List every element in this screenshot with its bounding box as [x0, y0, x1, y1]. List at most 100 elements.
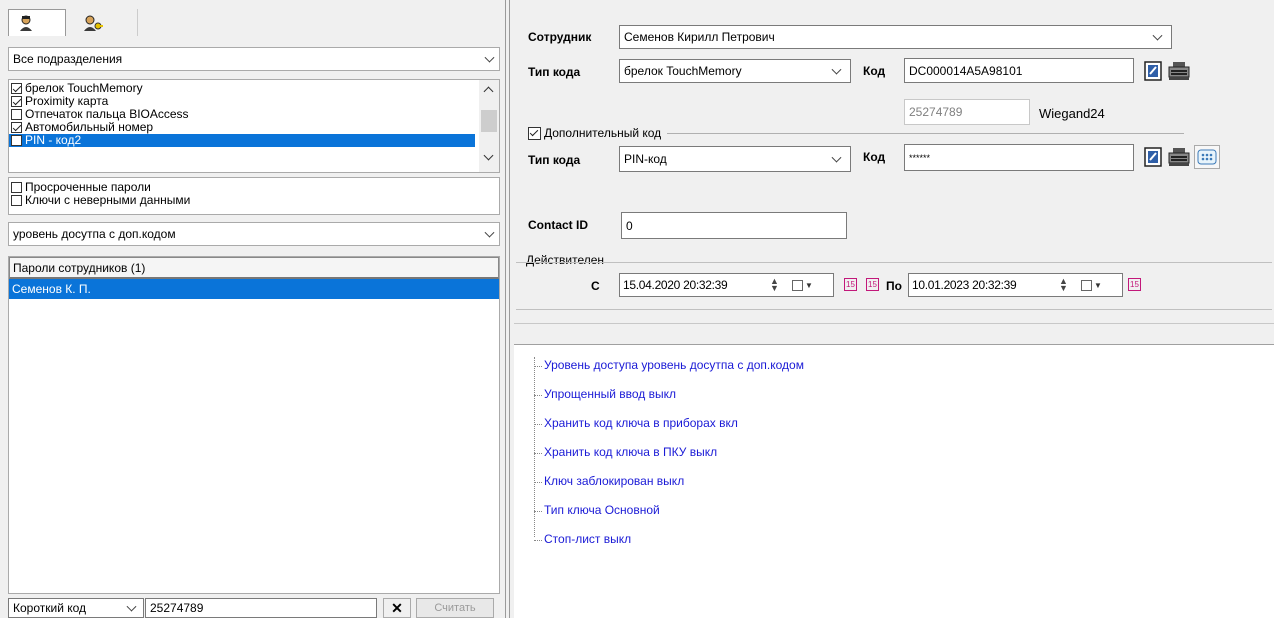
scroll-up-icon[interactable]: [483, 86, 494, 97]
filter-item[interactable]: Ключи с неверными данными: [9, 194, 499, 207]
department-combo[interactable]: Все подразделения: [8, 47, 500, 71]
tree-branch: [534, 482, 542, 483]
calendar-icon[interactable]: 15: [844, 278, 857, 291]
checkbox-icon[interactable]: [11, 122, 22, 133]
checkbox-icon: [528, 126, 541, 140]
list-header-label: Пароли сотрудников (1): [13, 260, 146, 275]
code-type-label: Тип кода: [528, 65, 581, 79]
short-code-input[interactable]: 25274789: [145, 598, 377, 618]
property-item[interactable]: Тип ключа Основной: [544, 503, 660, 517]
tree-branch: [534, 395, 542, 396]
reader-device-icon: [1168, 148, 1190, 166]
chevron-down-icon: [831, 64, 842, 75]
tab-key-employee[interactable]: [68, 9, 138, 36]
right-panel: Сотрудник Семенов Кирилл Петрович Тип ко…: [514, 0, 1274, 618]
close-icon: ✕: [391, 599, 403, 616]
calendar-icon[interactable]: 15: [1128, 278, 1141, 291]
tree-branch: [534, 540, 542, 541]
extra-code-checkbox[interactable]: Дополнительный код: [528, 126, 668, 140]
employee-list[interactable]: Пароли сотрудников (1) Семенов К. П.: [8, 256, 500, 594]
calendar-dropdown-icon[interactable]: ▼: [1081, 278, 1111, 293]
calendar-dropdown-icon[interactable]: ▼: [792, 278, 822, 293]
tree-branch: [534, 424, 542, 425]
code2-value: ******: [909, 152, 931, 163]
property-item[interactable]: Хранить код ключа в приборах вкл: [544, 416, 738, 430]
contact-id-value: 0: [626, 218, 633, 233]
read-button[interactable]: Считать: [416, 598, 494, 618]
code-input[interactable]: DC000014A5A98101: [904, 58, 1134, 83]
spin-icon[interactable]: ▲ ▼: [1059, 277, 1075, 293]
generate-code-button[interactable]: [1194, 145, 1220, 169]
from-label: С: [591, 279, 600, 293]
code2-input[interactable]: ******: [904, 144, 1134, 171]
read-key-button[interactable]: [1142, 59, 1164, 83]
employee-combo[interactable]: Семенов Кирилл Петрович: [619, 25, 1172, 49]
scroll-thumb[interactable]: [481, 110, 497, 132]
scroll-down-icon[interactable]: [483, 150, 494, 161]
from-datetime-value: 15.04.2020 20:32:39: [623, 278, 728, 292]
checkbox-icon[interactable]: [11, 195, 22, 206]
key-reader-icon: [1144, 147, 1162, 167]
code-type-combo[interactable]: Короткий код: [8, 598, 144, 618]
chevron-down-icon: [1152, 30, 1163, 41]
code-type2-combo-value: PIN-код: [624, 152, 667, 166]
checkbox-icon[interactable]: [11, 109, 22, 120]
splitter-line: [509, 0, 510, 618]
contact-id-label: Contact ID: [528, 218, 588, 232]
tree-branch: [534, 511, 542, 512]
properties-tree[interactable]: Уровень доступа уровень досутпа с доп.ко…: [514, 344, 1274, 618]
checkbox-icon[interactable]: [11, 135, 22, 146]
tab-employee[interactable]: [8, 9, 66, 36]
checkbox-icon[interactable]: [11, 182, 22, 193]
code2-label: Код: [863, 150, 886, 164]
splitter-line: [505, 0, 506, 618]
access-level-combo-value: уровень досутпа с доп.кодом: [13, 227, 176, 241]
checkbox-icon[interactable]: [11, 83, 22, 94]
reader-device-icon: [1168, 62, 1190, 80]
contact-id-input[interactable]: 0: [621, 212, 847, 239]
code-type2-label: Тип кода: [528, 153, 581, 167]
tree-branch: [534, 366, 542, 367]
key-employee-icon: [84, 15, 103, 31]
code-value: DC000014A5A98101: [909, 63, 1023, 78]
code-label: Код: [863, 64, 886, 78]
checkbox-icon[interactable]: [11, 96, 22, 107]
wiegand-input: 25274789: [904, 99, 1030, 125]
reader-device-button[interactable]: [1168, 59, 1190, 83]
department-combo-value: Все подразделения: [13, 52, 123, 66]
code-type-combo[interactable]: брелок TouchMemory: [619, 59, 851, 83]
to-datetime-value: 10.01.2023 20:32:39: [912, 278, 1017, 292]
employee-icon: [20, 15, 32, 31]
scrollbar[interactable]: [479, 80, 499, 172]
chevron-down-icon: [831, 152, 842, 163]
to-datetime[interactable]: 10.01.2023 20:32:39 ▲ ▼ ▼: [908, 273, 1123, 297]
code-type-combo-value: брелок TouchMemory: [624, 64, 742, 78]
list-header[interactable]: Пароли сотрудников (1): [9, 257, 499, 279]
reader-device2-button[interactable]: [1168, 145, 1190, 169]
left-panel: Все подразделения брелок TouchMemory Prox…: [0, 0, 502, 618]
key-types-list[interactable]: брелок TouchMemory Proximity карта Отпечат…: [8, 79, 500, 173]
extra-code-label: Дополнительный код: [544, 126, 662, 140]
from-datetime[interactable]: 15.04.2020 20:32:39 ▲ ▼ ▼: [619, 273, 834, 297]
to-label: По: [886, 279, 902, 293]
keypad-icon: [1197, 149, 1217, 165]
chevron-down-icon: [126, 601, 137, 612]
key-type-item[interactable]: PIN - код2: [9, 134, 475, 147]
read-key2-button[interactable]: [1142, 145, 1164, 169]
chevron-down-icon: [484, 52, 495, 63]
tree-line: [534, 357, 535, 537]
property-item[interactable]: Уровень доступа уровень досутпа с доп.ко…: [544, 358, 804, 372]
clear-button[interactable]: ✕: [383, 598, 411, 618]
list-item[interactable]: Семенов К. П.: [9, 279, 499, 299]
code-type-combo-value: Короткий код: [13, 601, 87, 615]
splitter[interactable]: [502, 0, 514, 618]
access-level-combo[interactable]: уровень досутпа с доп.кодом: [8, 222, 500, 246]
spin-icon[interactable]: ▲ ▼: [770, 277, 786, 293]
property-item[interactable]: Упрощенный ввод выкл: [544, 387, 676, 401]
short-code-value: 25274789: [150, 601, 204, 615]
code-type2-combo[interactable]: PIN-код: [619, 146, 851, 172]
property-item[interactable]: Стоп-лист выкл: [544, 532, 631, 546]
property-item[interactable]: Ключ заблокирован выкл: [544, 474, 684, 488]
calendar-icon[interactable]: 15: [866, 278, 879, 291]
property-item[interactable]: Хранить код ключа в ПКУ выкл: [544, 445, 717, 459]
